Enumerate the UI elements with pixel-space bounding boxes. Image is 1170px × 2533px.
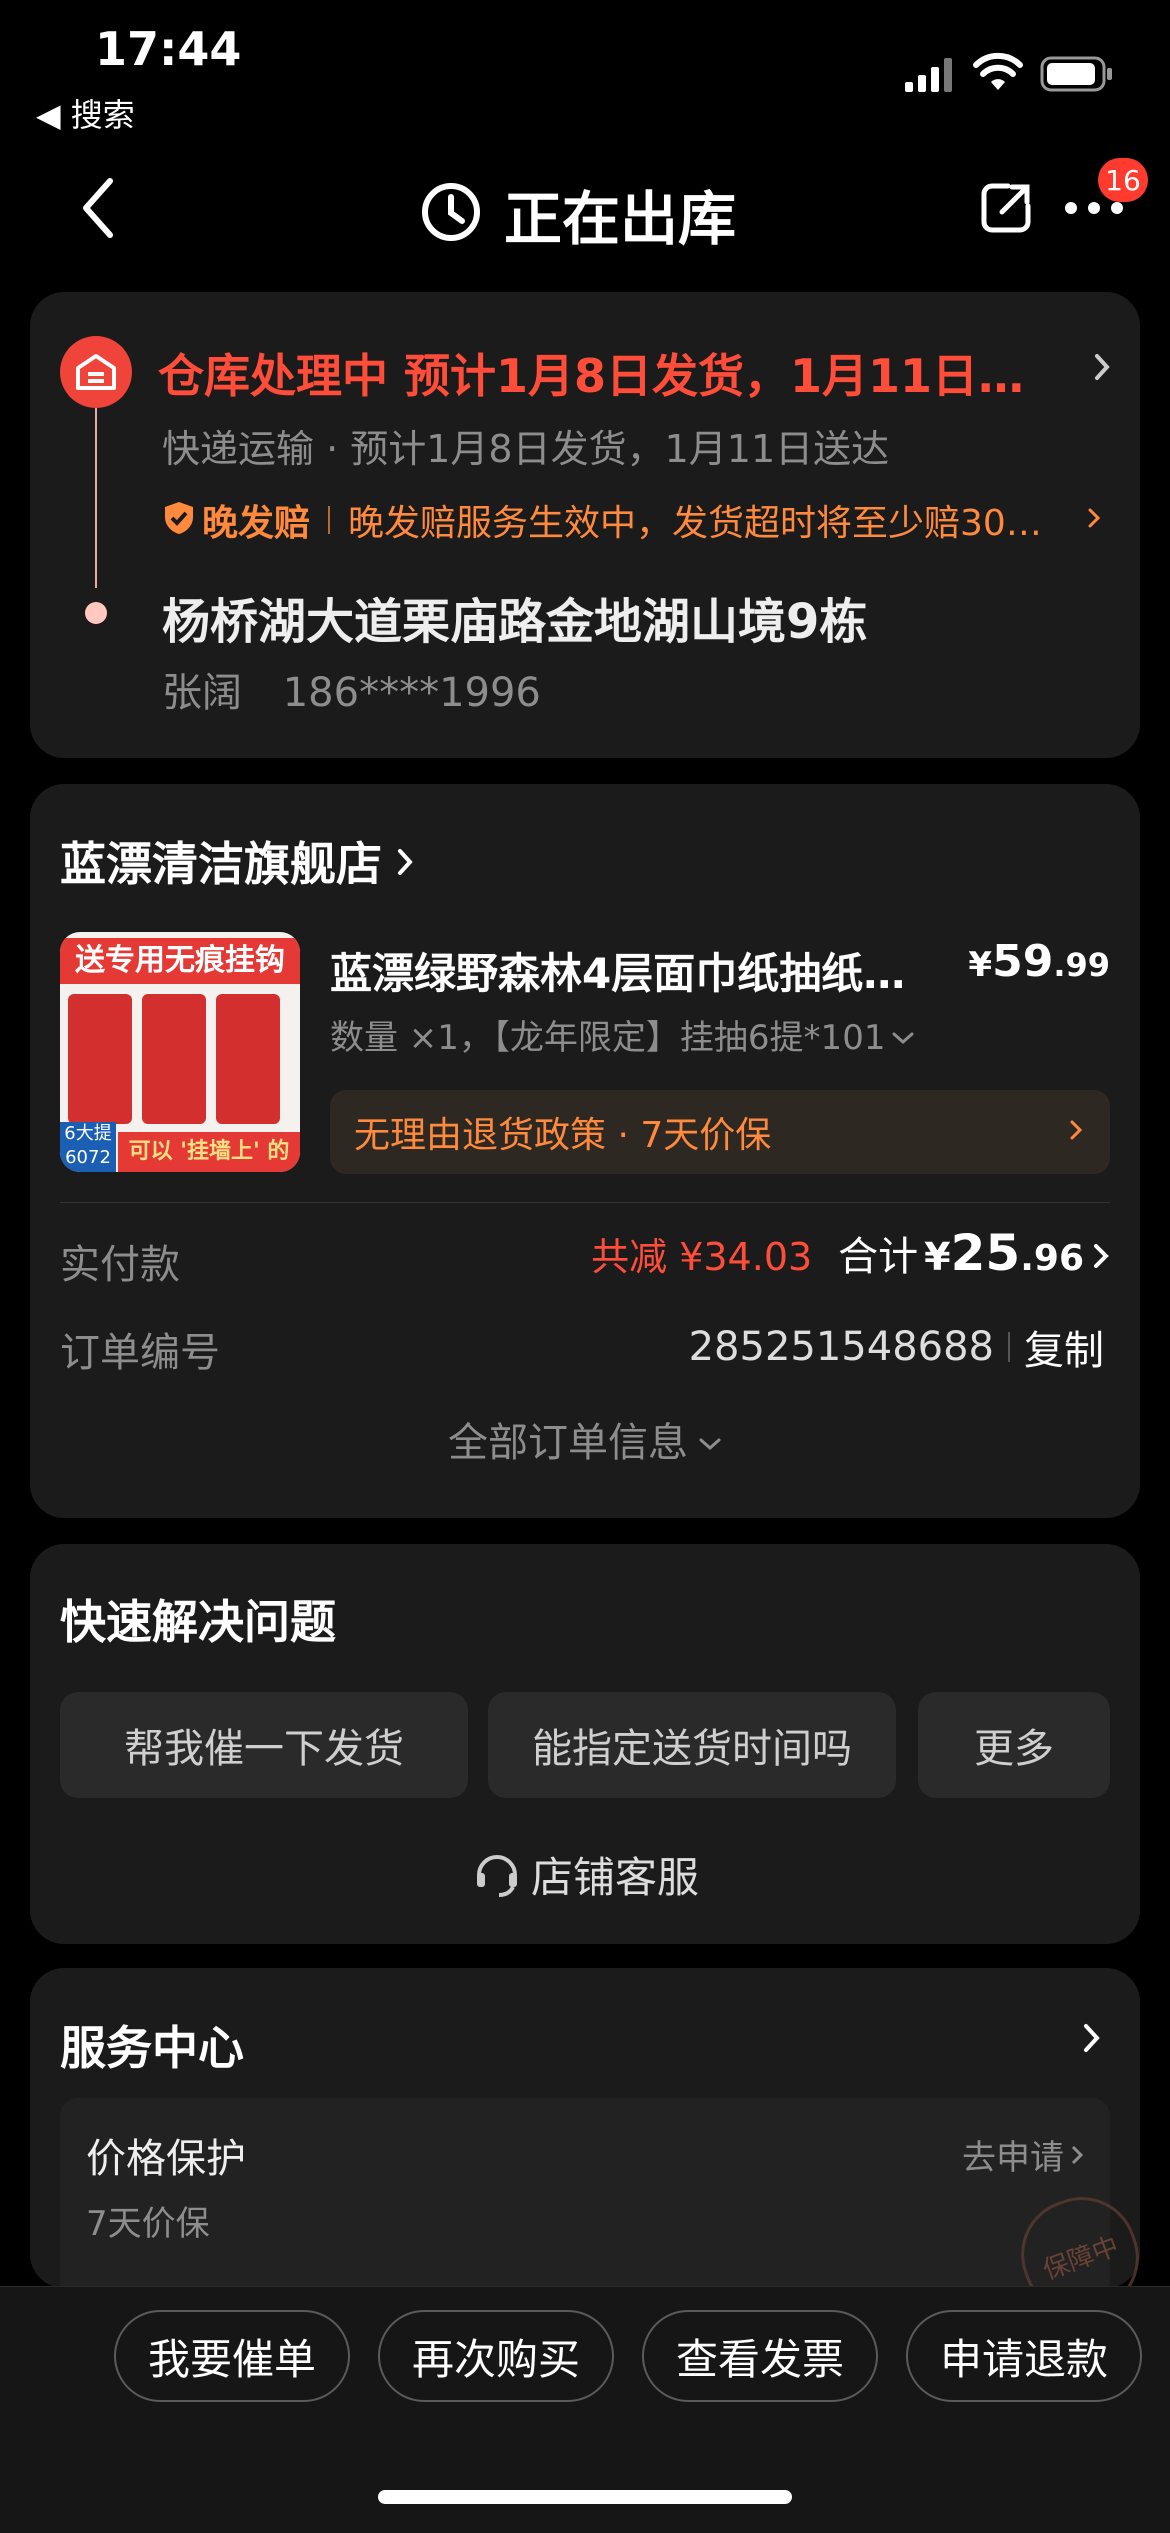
recipient-phone: 186****1996 [282,670,541,716]
chevron-right-icon [1071,2145,1084,2164]
shipping-card: 仓库处理中 预计1月8日发货，1月11日… 快递运输 · 预计1月8日发货，1月… [30,292,1140,758]
total-amount: ¥25.96 [924,1224,1084,1282]
price-protection-title: 价格保护 [86,2136,246,2182]
view-invoice-button[interactable]: 查看发票 [642,2310,878,2402]
schedule-delivery-button[interactable]: 能指定送货时间吗 [488,1692,896,1798]
more-icon[interactable] [1064,200,1124,219]
chevron-right-icon[interactable] [1082,2022,1102,2058]
price-protection-item[interactable]: 价格保护 7天价保 去申请 保障中 [60,2098,1155,2331]
quick-solve-title: 快速解决问题 [60,1595,336,1649]
wifi-icon [973,52,1023,96]
payment-summary[interactable]: 共减 ¥34.03 合计 ¥25.96 [591,1224,1110,1282]
headset-icon [471,1847,523,1903]
late-compensation-row[interactable]: 晚发赔 晚发赔服务生效中，发货超时将至少赔30… [162,494,1102,546]
recipient-name: 张阔 [162,670,242,716]
late-compensation-tag: 晚发赔 [202,503,311,544]
service-center-title: 服务中心 [60,2021,244,2075]
urge-order-button[interactable]: 我要催单 [114,2310,350,2402]
buy-again-button[interactable]: 再次购买 [378,2310,614,2402]
chevron-right-icon [396,834,414,888]
apply-link[interactable]: 去申请 [962,2130,1084,2179]
express-info: 快递运输 · 预计1月8日发货，1月11日送达 [162,427,890,471]
service-policy-bar[interactable]: 无理由退货政策 · 7天价保 [330,1090,1110,1174]
order-number: 285251548688 [688,1324,994,1370]
order-number-row: 285251548688 复制 [689,1318,1104,1376]
chevron-down-icon [891,1015,915,1055]
share-icon[interactable] [978,180,1034,240]
battery-icon [1040,56,1114,96]
request-refund-button[interactable]: 申请退款 [906,2310,1142,2402]
urge-shipping-button[interactable]: 帮我催一下发货 [60,1692,468,1798]
message-badge: 16 [1098,158,1148,202]
product-spec[interactable]: 数量 ×1，【龙年限定】挂抽6提*101 [330,1010,970,1059]
copy-button[interactable]: 复制 [1024,1318,1104,1376]
chevron-down-icon [698,1416,722,1462]
store-service-link[interactable]: 店铺客服 [0,1844,1170,1905]
late-compensation-text: 晚发赔服务生效中，发货超时将至少赔30… [348,503,1042,544]
product-title[interactable]: 蓝漂绿野森林4层面巾纸抽纸… [330,940,930,1001]
divider [60,1202,1110,1203]
price-protection-sub: 7天价保 [86,2204,210,2244]
paid-label: 实付款 [60,1242,180,1288]
warehouse-icon [60,336,132,408]
product-price: ¥59.99 [968,936,1110,987]
image-caption: 可以 '挂墙上' 的纸 [118,1132,300,1172]
home-indicator[interactable] [378,2490,792,2504]
recipient-info: 张阔 186****1996 [162,660,541,718]
delivery-address: 杨桥湖大道栗庙路金地湖山境9栋 [162,594,868,650]
signal-icon [905,58,955,92]
chevron-right-icon[interactable] [1092,352,1112,386]
discount-amount: 共减 ¥34.03 [591,1235,813,1279]
order-card: 蓝漂清洁旗舰店 送专用无痕挂钩 6大提 6072 可以 '挂墙上' 的纸 蓝漂绿… [30,784,1140,1518]
order-number-label: 订单编号 [60,1330,220,1376]
shop-name[interactable]: 蓝漂清洁旗舰店 [60,828,414,894]
clock-icon [420,181,482,247]
status-time: 17:44 [95,22,242,76]
timeline-dot [85,602,107,624]
total-label: 合计 [838,1234,919,1280]
shipping-status[interactable]: 仓库处理中 预计1月8日发货，1月11日… [158,340,1088,406]
image-banner: 送专用无痕挂钩 [60,938,300,984]
all-order-info-toggle[interactable]: 全部订单信息 [30,1410,1140,1468]
back-to-search-link[interactable]: ◀ 搜索 [36,90,135,136]
tissue-pack [216,994,280,1124]
image-tag: 6大提 6072 [60,1122,116,1172]
chevron-right-icon [1092,1242,1110,1274]
page-title: 正在出库 [420,172,736,256]
chevron-right-icon [1068,1118,1084,1146]
tissue-pack [68,994,132,1124]
tissue-pack [142,994,206,1124]
service-center-card: 服务中心 价格保护 7天价保 去申请 保障中 [30,1968,1155,2331]
more-button[interactable]: 更多 [918,1692,1110,1798]
shield-check-icon [162,500,196,540]
back-icon[interactable] [78,175,118,245]
chevron-right-icon [1086,506,1102,534]
product-image[interactable]: 送专用无痕挂钩 6大提 6072 可以 '挂墙上' 的纸 [60,932,300,1172]
timeline-line [95,408,97,588]
